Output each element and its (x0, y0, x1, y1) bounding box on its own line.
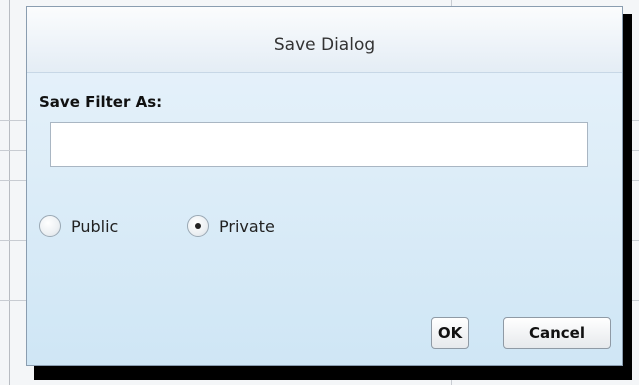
radio-public[interactable]: Public (39, 213, 118, 239)
save-dialog: Save Dialog Save Filter As: Public Priva… (26, 6, 623, 366)
dialog-title: Save Dialog (273, 35, 376, 55)
radio-private-label: Private (219, 216, 275, 236)
radio-selected-dot (195, 223, 201, 229)
radio-button-unselected[interactable] (39, 215, 61, 237)
radio-button-selected[interactable] (187, 215, 209, 237)
cancel-button[interactable]: Cancel (503, 317, 611, 349)
radio-private[interactable]: Private (187, 213, 275, 239)
background-divider (9, 0, 10, 385)
radio-public-label: Public (71, 216, 119, 236)
dialog-titlebar[interactable]: Save Dialog (27, 7, 622, 73)
ok-button[interactable]: OK (431, 317, 469, 349)
filter-name-input[interactable] (50, 122, 588, 167)
save-filter-label: Save Filter As: (39, 93, 163, 111)
